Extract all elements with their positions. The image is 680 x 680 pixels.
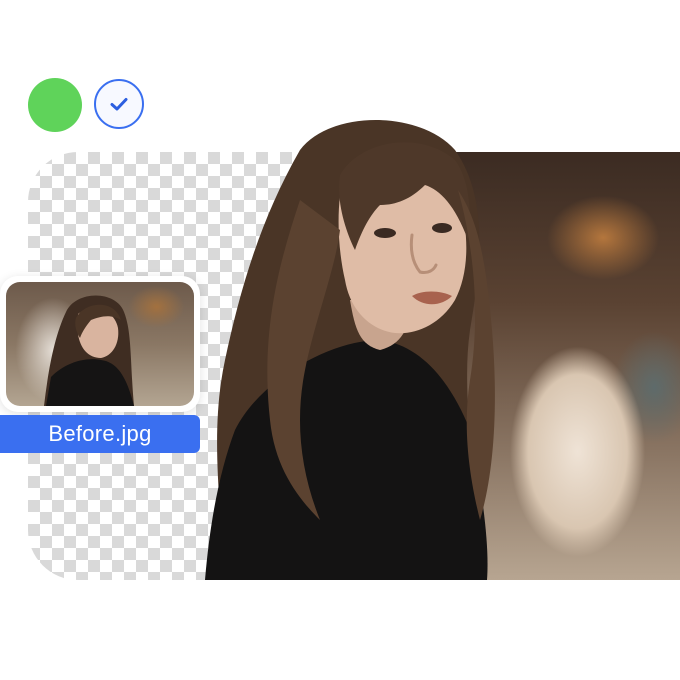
status-dot-icon <box>28 78 82 132</box>
check-badge[interactable] <box>94 79 144 129</box>
original-background <box>424 152 680 580</box>
thumbnail-subject <box>44 295 134 406</box>
filename-label: Before.jpg <box>0 415 200 453</box>
before-thumbnail-image <box>6 282 194 406</box>
checkmark-icon <box>110 98 128 111</box>
before-thumbnail-card[interactable] <box>0 276 200 412</box>
